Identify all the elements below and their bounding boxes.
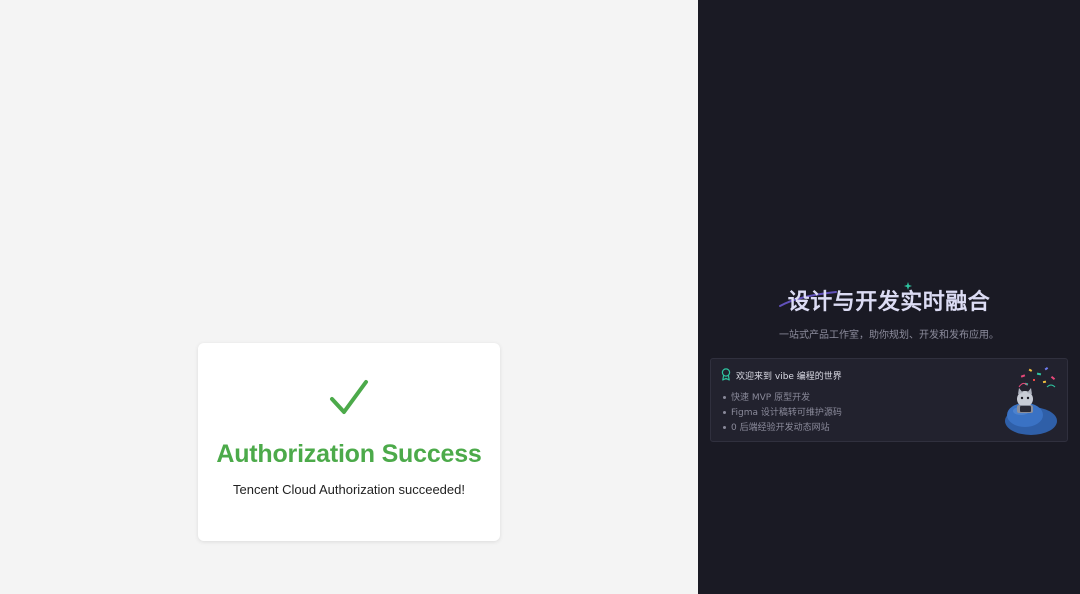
auth-success-card: Authorization Success Tencent Cloud Auth… [198, 343, 500, 541]
hero-title-container: 设计与开发实时融合 [778, 282, 991, 316]
hero-title-wrap: 设计与开发实时融合 [698, 282, 1080, 316]
welcome-title: 欢迎来到 vibe 编程的世界 [736, 372, 842, 382]
feature-item: 快速 MVP 原型开发 [723, 391, 842, 406]
award-icon [721, 368, 731, 381]
auth-result-pane: Authorization Success Tencent Cloud Auth… [0, 0, 698, 594]
sparkle-icon [903, 282, 912, 290]
feature-text: Figma 设计稿转可维护源码 [731, 408, 842, 418]
mascot-illustration [1005, 367, 1057, 435]
hero-subtitle: 一站式产品工作室，助你规划、开发和发布应用。 [779, 330, 999, 341]
feature-list: 快速 MVP 原型开发 Figma 设计稿转可维护源码 0 后端经验开发动态网站 [723, 391, 842, 436]
promo-pane: 设计与开发实时融合 一站式产品工作室，助你规划、开发和发布应用。 欢迎来到 vi… [698, 0, 1080, 594]
feature-text: 快速 MVP 原型开发 [731, 393, 811, 403]
auth-success-message: Tencent Cloud Authorization succeeded! [233, 482, 465, 497]
welcome-panel: 欢迎来到 vibe 编程的世界 快速 MVP 原型开发 Figma 设计稿转可维… [710, 358, 1068, 442]
bullet-icon [723, 396, 726, 399]
feature-text: 0 后端经验开发动态网站 [731, 423, 830, 433]
bullet-icon [723, 426, 726, 429]
auth-success-title: Authorization Success [216, 440, 482, 468]
bullet-icon [723, 411, 726, 414]
checkmark-icon [330, 380, 368, 414]
feature-item: Figma 设计稿转可维护源码 [723, 406, 842, 421]
feature-item: 0 后端经验开发动态网站 [723, 421, 842, 436]
hero-title: 设计与开发实时融合 [787, 290, 991, 315]
page: Authorization Success Tencent Cloud Auth… [0, 0, 1080, 594]
